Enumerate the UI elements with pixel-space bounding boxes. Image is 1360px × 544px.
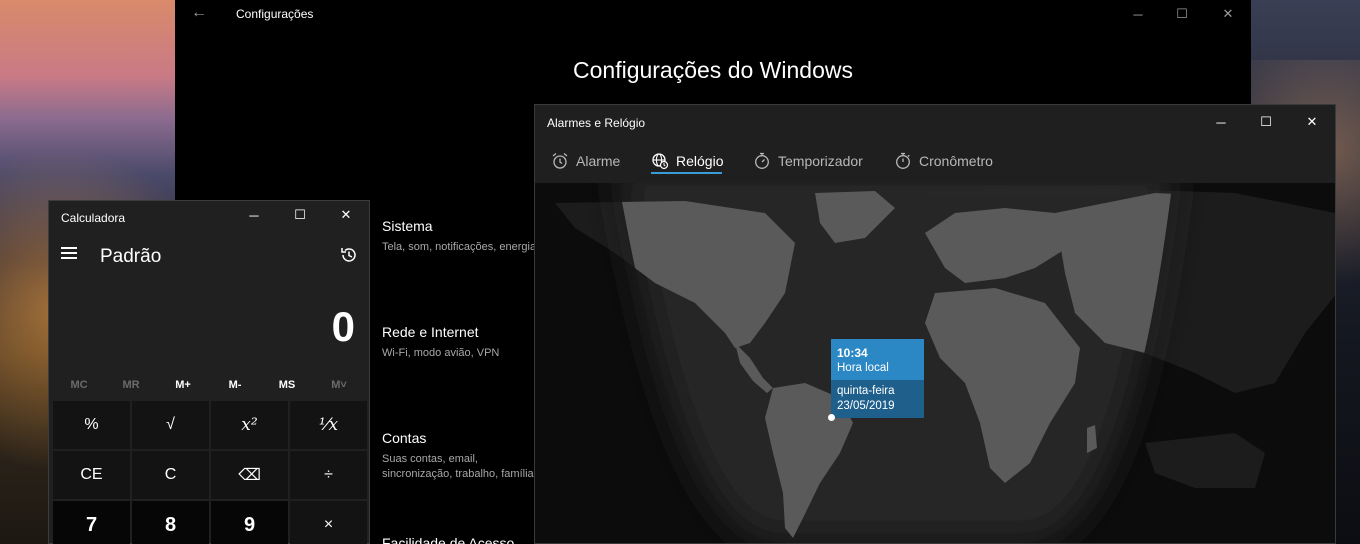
- tab-timer[interactable]: Temporizador: [753, 145, 863, 177]
- minimize-button[interactable]: ─: [1115, 0, 1161, 28]
- active-tab-indicator: [651, 172, 722, 174]
- alarms-window-title: Alarmes e Relógio: [547, 116, 646, 130]
- tab-label: Alarme: [576, 153, 621, 169]
- page-title: Configurações do Windows: [573, 57, 853, 83]
- stopwatch-icon: [896, 152, 910, 169]
- alarms-titlebar: Alarmes e Relógio ─ ☐ ✕: [535, 105, 1335, 139]
- minimize-button[interactable]: ─: [1198, 105, 1244, 139]
- alarms-clock-window: Alarmes e Relógio ─ ☐ ✕ Alarme Relógio T…: [534, 104, 1336, 544]
- digit-8-button[interactable]: 8: [132, 501, 209, 544]
- tab-alarm[interactable]: Alarme: [551, 145, 620, 177]
- square-root-button[interactable]: √: [132, 401, 209, 449]
- tab-label: Cronômetro: [919, 153, 993, 169]
- close-button[interactable]: ✕: [1289, 105, 1335, 139]
- keypad-row: 7 8 9 ×: [53, 501, 367, 544]
- world-map: [535, 183, 1335, 543]
- divide-button[interactable]: ÷: [290, 451, 367, 499]
- tab-label: Temporizador: [778, 153, 863, 169]
- memory-subtract-button[interactable]: M-: [209, 373, 261, 397]
- history-icon[interactable]: [339, 245, 359, 265]
- calculator-display: 0: [331, 303, 355, 350]
- memory-row: MC MR M+ M- MS M˅: [53, 373, 365, 397]
- timer-icon: [755, 152, 769, 169]
- keypad-row: CE C ⌫ ÷: [53, 451, 367, 499]
- calculator-window-title: Calculadora: [61, 211, 126, 225]
- globe-clock-icon: [652, 153, 669, 170]
- digit-7-button[interactable]: 7: [53, 501, 130, 544]
- calculator-titlebar: Calculadora ─ ☐ ✕: [49, 201, 369, 233]
- local-day: quinta-feira: [837, 385, 895, 397]
- maximize-button[interactable]: ☐: [1243, 105, 1289, 139]
- clear-button[interactable]: C: [132, 451, 209, 499]
- calculator-window: Calculadora ─ ☐ ✕ Padrão 0 MC MR M+ M- M…: [48, 200, 370, 544]
- settings-titlebar: ← Configurações ─ ☐ ✕: [175, 0, 1251, 28]
- location-marker: [828, 414, 835, 421]
- back-arrow-icon[interactable]: ←: [191, 4, 207, 22]
- local-time: 10:34: [837, 346, 868, 360]
- maximize-button[interactable]: ☐: [1159, 0, 1205, 28]
- multiply-button[interactable]: ×: [290, 501, 367, 544]
- memory-list-button[interactable]: M˅: [313, 373, 365, 397]
- local-date: 23/05/2019: [837, 400, 895, 412]
- hamburger-menu-icon[interactable]: [61, 247, 77, 259]
- memory-clear-button[interactable]: MC: [53, 373, 105, 397]
- close-button[interactable]: ✕: [1205, 0, 1251, 28]
- memory-recall-button[interactable]: MR: [105, 373, 157, 397]
- digit-9-button[interactable]: 9: [211, 501, 288, 544]
- reciprocal-button[interactable]: ¹⁄x: [290, 401, 367, 449]
- keypad-row: % √ x² ¹⁄x: [53, 401, 367, 449]
- tab-stopwatch[interactable]: Cronômetro: [894, 145, 993, 177]
- memory-add-button[interactable]: M+: [157, 373, 209, 397]
- callout-header: 10:34 Hora local: [831, 339, 924, 380]
- maximize-button[interactable]: ☐: [277, 201, 323, 229]
- callout-footer: quinta-feira 23/05/2019: [831, 380, 924, 418]
- close-button[interactable]: ✕: [323, 201, 369, 229]
- keypad: % √ x² ¹⁄x CE C ⌫ ÷ 7 8 9 ×: [53, 401, 367, 544]
- alarm-clock-icon: [552, 153, 568, 169]
- calculator-mode-title: Padrão: [100, 246, 162, 267]
- percent-button[interactable]: %: [53, 401, 130, 449]
- memory-store-button[interactable]: MS: [261, 373, 313, 397]
- settings-window-title: Configurações: [236, 7, 314, 21]
- tab-label: Relógio: [676, 153, 724, 169]
- backspace-button[interactable]: ⌫: [211, 451, 288, 499]
- clear-entry-button[interactable]: CE: [53, 451, 130, 499]
- local-time-label: Hora local: [837, 362, 889, 374]
- minimize-button[interactable]: ─: [231, 201, 277, 229]
- local-time-callout[interactable]: 10:34 Hora local quinta-feira 23/05/2019: [831, 339, 924, 418]
- square-button[interactable]: x²: [211, 401, 288, 449]
